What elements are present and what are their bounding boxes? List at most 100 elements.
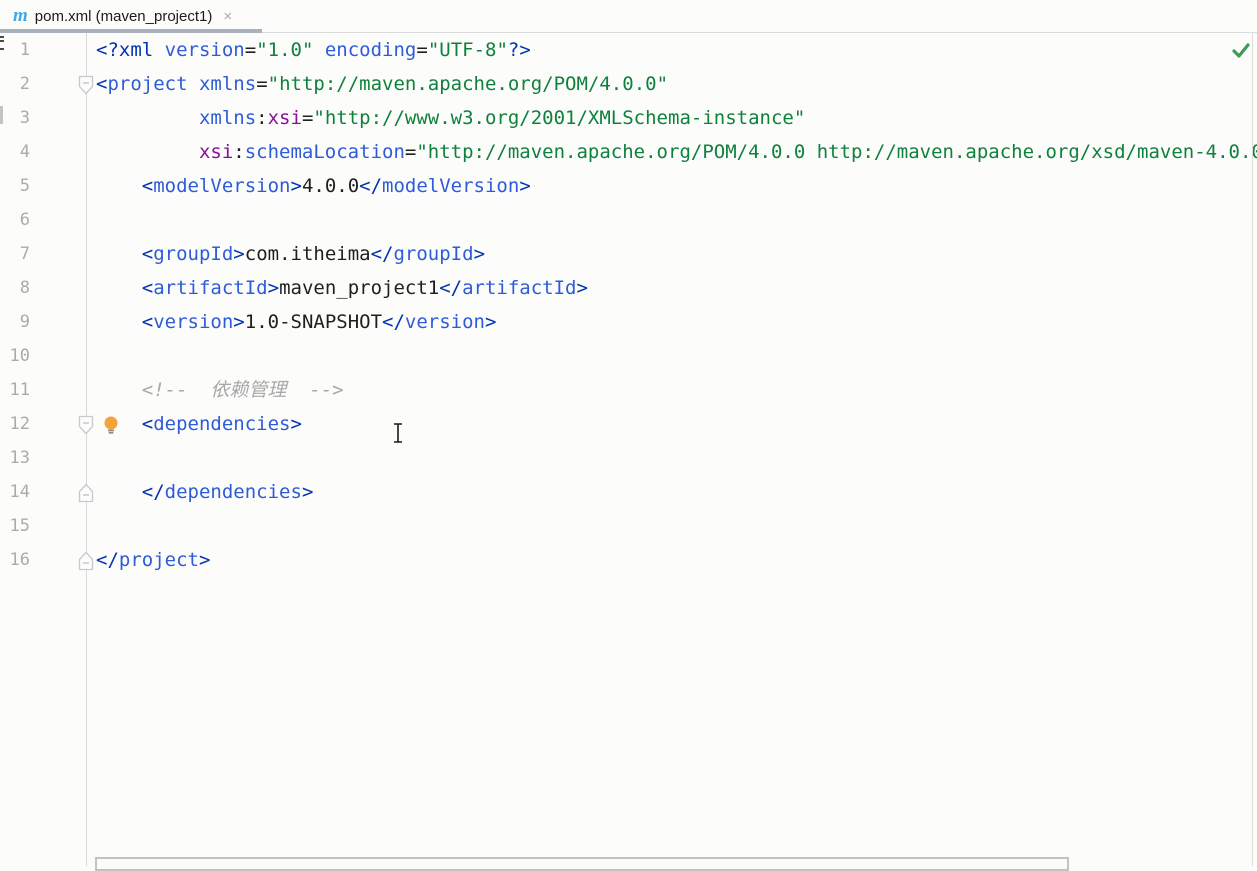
code-token: >: [233, 311, 244, 333]
code-line[interactable]: [96, 203, 1257, 237]
code-token: <: [142, 243, 153, 265]
code-token: modelVersion: [153, 175, 290, 197]
code-line[interactable]: <version>1.0-SNAPSHOT</version>: [96, 305, 1257, 339]
code-token: [96, 481, 142, 503]
fold-region-start-icon[interactable]: [78, 75, 94, 95]
inspections-ok-check-icon[interactable]: [1232, 42, 1250, 60]
code-token: groupId: [393, 243, 473, 265]
line-number: 5: [0, 169, 30, 203]
scrollbar-track-border: [1252, 33, 1253, 866]
code-token: >: [291, 175, 302, 197]
code-line[interactable]: <project xmlns="http://maven.apache.org/…: [96, 67, 1257, 101]
code-token: version: [165, 39, 245, 61]
code-token: >: [474, 243, 485, 265]
code-token: "UTF-8": [428, 39, 508, 61]
code-token: version: [405, 311, 485, 333]
code-token: >: [268, 277, 279, 299]
code-token: >: [577, 277, 588, 299]
code-token: >: [519, 175, 530, 197]
code-token: "1.0": [256, 39, 313, 61]
code-token: </: [439, 277, 462, 299]
line-number: 7: [0, 237, 30, 271]
editor-tab-bar: m pom.xml (maven_project1) ×: [0, 0, 1257, 33]
code-line[interactable]: <?xml version="1.0" encoding="UTF-8"?>: [96, 33, 1257, 67]
code-token: [96, 175, 142, 197]
code-token: xsi: [268, 107, 302, 129]
code-token: :: [233, 141, 244, 163]
code-token: artifactId: [462, 277, 576, 299]
code-line[interactable]: <groupId>com.itheima</groupId>: [96, 237, 1257, 271]
line-number: 1: [0, 33, 30, 67]
code-token: [96, 311, 142, 333]
code-token: project: [107, 73, 187, 95]
code-token: </: [96, 549, 119, 571]
code-token: >: [485, 311, 496, 333]
tab-pom-xml[interactable]: m pom.xml (maven_project1) ×: [0, 0, 262, 32]
code-token: project: [119, 549, 199, 571]
lightbulb-icon[interactable]: [103, 415, 121, 437]
code-line[interactable]: [96, 441, 1257, 475]
code-token: =: [256, 73, 267, 95]
code-line[interactable]: </project>: [96, 543, 1257, 577]
code-token: [96, 243, 142, 265]
code-line[interactable]: <artifactId>maven_project1</artifactId>: [96, 271, 1257, 305]
code-editor[interactable]: <?xml version="1.0" encoding="UTF-8"?><p…: [96, 33, 1257, 577]
code-token: com.itheima: [245, 243, 371, 265]
code-token: >: [233, 243, 244, 265]
code-token: [96, 379, 142, 401]
code-token: </: [382, 311, 405, 333]
code-line[interactable]: [96, 339, 1257, 373]
close-icon[interactable]: ×: [220, 8, 235, 25]
active-tab-underline: [0, 29, 262, 33]
bottom-popup-edge: [95, 857, 1069, 871]
line-number: 16: [0, 543, 30, 577]
line-number: 14: [0, 475, 30, 509]
code-token: 1.0-SNAPSHOT: [245, 311, 382, 333]
code-token: encoding: [325, 39, 417, 61]
code-token: >: [291, 413, 302, 435]
code-token: [96, 107, 199, 129]
code-token: <: [142, 175, 153, 197]
code-line[interactable]: <modelVersion>4.0.0</modelVersion>: [96, 169, 1257, 203]
code-token: [153, 39, 164, 61]
code-token: =: [405, 141, 416, 163]
code-token: <?xml: [96, 39, 153, 61]
code-token: [96, 141, 199, 163]
code-token: <: [96, 73, 107, 95]
fold-region-end-icon[interactable]: [78, 551, 94, 571]
code-token: <: [142, 413, 153, 435]
code-token: [313, 39, 324, 61]
maven-icon: m: [13, 6, 28, 25]
code-token: >: [199, 549, 210, 571]
code-token: </: [371, 243, 394, 265]
code-token: version: [153, 311, 233, 333]
code-token: =: [302, 107, 313, 129]
code-token: maven_project1: [279, 277, 439, 299]
code-line[interactable]: [96, 509, 1257, 543]
tab-label: pom.xml (maven_project1): [35, 8, 213, 25]
code-line[interactable]: xsi:schemaLocation="http://maven.apache.…: [96, 135, 1257, 169]
code-token: xsi: [199, 141, 233, 163]
code-token: 4.0.0: [302, 175, 359, 197]
code-token: artifactId: [153, 277, 267, 299]
code-line[interactable]: <dependencies>: [96, 407, 1257, 441]
code-token: ?>: [508, 39, 531, 61]
code-token: xmlns: [199, 107, 256, 129]
gutter-separator: [86, 33, 87, 866]
line-number: 15: [0, 509, 30, 543]
code-token: "http://maven.apache.org/POM/4.0.0 http:…: [416, 141, 1257, 163]
code-token: xmlns: [199, 73, 256, 95]
code-token: dependencies: [165, 481, 302, 503]
code-line[interactable]: xmlns:xsi="http://www.w3.org/2001/XMLSch…: [96, 101, 1257, 135]
code-token: dependencies: [153, 413, 290, 435]
line-number: 9: [0, 305, 30, 339]
fold-region-start-icon[interactable]: [78, 415, 94, 435]
code-line[interactable]: </dependencies>: [96, 475, 1257, 509]
code-token: <: [142, 277, 153, 299]
fold-region-end-icon[interactable]: [78, 483, 94, 503]
xml-comment: <!-- 依赖管理 -->: [142, 379, 344, 401]
code-line[interactable]: <!-- 依赖管理 -->: [96, 373, 1257, 407]
code-token: </: [359, 175, 382, 197]
line-number: 3: [0, 101, 30, 135]
code-token: </: [142, 481, 165, 503]
